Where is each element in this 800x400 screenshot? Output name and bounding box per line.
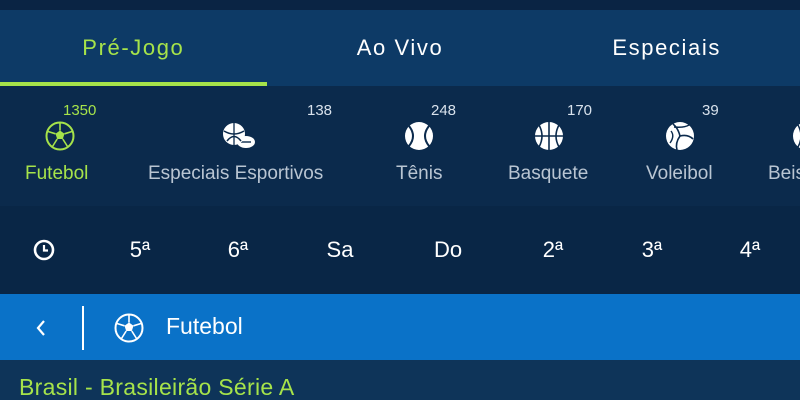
day-item[interactable]: 4ª [720, 206, 780, 294]
sport-label: Futebol [25, 163, 89, 184]
day-item[interactable]: 5ª [110, 206, 170, 294]
day-label: 4ª [739, 237, 761, 262]
top-strip [0, 0, 800, 10]
day-item[interactable]: Do [418, 206, 478, 294]
chevron-left-icon [36, 320, 45, 336]
tennis-ball-icon [405, 122, 433, 150]
sports-balls-icon [223, 123, 255, 148]
league-header[interactable]: Brasil - Brasileirão Série A [0, 360, 800, 400]
soccer-ball-icon [114, 313, 144, 343]
header-divider [82, 306, 84, 350]
back-button[interactable] [24, 311, 58, 345]
sport-count: 248 [431, 102, 457, 119]
clock-icon [33, 239, 55, 261]
baseball-icon [793, 123, 800, 149]
day-filter-bar: 5ª 6ª Sa Do 2ª 3ª 4ª [0, 206, 800, 294]
volleyball-icon [666, 122, 694, 151]
sport-count: 170 [567, 102, 593, 119]
soccer-ball-icon [45, 121, 75, 151]
sport-count: 39 [702, 102, 719, 119]
sport-label: Tênis [396, 163, 443, 184]
tab-pre-jogo[interactable]: Pré-Jogo [0, 10, 267, 86]
sport-label: Especiais Esportivos [148, 163, 324, 184]
day-item[interactable]: 3ª [622, 206, 682, 294]
day-label: 3ª [641, 237, 663, 262]
day-item[interactable]: 2ª [523, 206, 583, 294]
league-title: Brasil - Brasileirão Série A [19, 374, 295, 400]
sport-item-basquete[interactable]: 170 Basquete [490, 86, 620, 206]
tab-especiais[interactable]: Especiais [533, 10, 800, 86]
sport-item-voleibol[interactable]: 39 Voleibol [630, 86, 740, 206]
section-title: Futebol [166, 313, 243, 339]
day-label: Do [433, 237, 463, 262]
tab-label: Especiais [612, 35, 721, 60]
sport-count: 138 [307, 102, 333, 119]
sport-item-tenis[interactable]: 248 Tênis [370, 86, 480, 206]
sport-item-futebol[interactable]: 1350 Futebol [0, 86, 120, 206]
day-item[interactable]: Sa [310, 206, 370, 294]
sport-item-beisebol[interactable]: Beis [760, 86, 800, 206]
section-header: Futebol [0, 294, 800, 360]
day-label: 5ª [129, 237, 151, 262]
day-label: Sa [326, 237, 354, 262]
day-item[interactable]: 6ª [208, 206, 268, 294]
day-label: 6ª [227, 237, 249, 262]
sport-label: Beis [768, 163, 800, 184]
sport-label: Voleibol [646, 163, 713, 184]
tab-label: Pré-Jogo [82, 35, 185, 60]
basketball-icon [535, 122, 563, 150]
tab-label: Ao Vivo [356, 35, 444, 60]
sport-item-especiais-esportivos[interactable]: 138 Especiais Esportivos [140, 86, 340, 206]
main-tabs: Pré-Jogo Ao Vivo Especiais [0, 10, 800, 86]
clock-filter-button[interactable] [20, 206, 68, 294]
day-label: 2ª [542, 237, 564, 262]
sport-count: 1350 [63, 102, 97, 119]
sports-carousel: 1350 Futebol 138 Especiais Esportivos 24… [0, 86, 800, 206]
sport-label: Basquete [508, 163, 589, 184]
tab-ao-vivo[interactable]: Ao Vivo [267, 10, 534, 86]
